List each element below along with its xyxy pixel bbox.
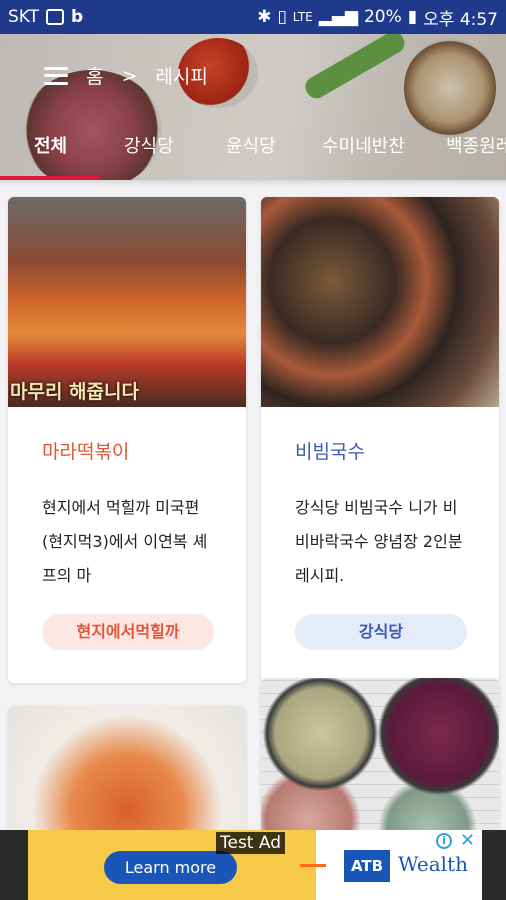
status-right: ✱ ▯ LTE ▂▄▆ 20% ▮ 오후 4:57 bbox=[257, 5, 498, 30]
tab-sumine-banchan[interactable]: 수미네반찬 bbox=[322, 132, 405, 158]
learn-more-button[interactable]: Learn more bbox=[104, 851, 237, 884]
recipe-card[interactable] bbox=[261, 678, 499, 836]
breadcrumb-home[interactable]: 홈 bbox=[86, 62, 103, 89]
recipe-description: 현지에서 먹힐까 미국편(현지먹3)에서 이연복 셰프의 마 bbox=[42, 498, 208, 585]
image-caption: 마무리 해줍니다 bbox=[10, 381, 139, 403]
recipe-image bbox=[261, 197, 499, 407]
breadcrumb: 홈 > 레시피 bbox=[44, 62, 208, 89]
signal-icon: ▂▄▆ bbox=[318, 7, 358, 27]
test-ad-label: Test Ad bbox=[216, 832, 286, 854]
tab-all[interactable]: 전체 bbox=[34, 132, 67, 158]
recipe-card[interactable]: 비빔국수 강식당 비빔국수 니가 비비바락국수 양념장 2인분 레시피. 강식당 bbox=[261, 197, 499, 683]
recipe-card[interactable] bbox=[8, 706, 246, 836]
battery-label: 20% bbox=[363, 7, 402, 27]
network-label: LTE bbox=[292, 10, 313, 24]
hero-overlay bbox=[0, 34, 506, 180]
time-label: 오후 4:57 bbox=[423, 9, 498, 30]
recipe-image bbox=[261, 678, 499, 836]
b-app-icon: b bbox=[71, 7, 84, 27]
atb-logo: ATB bbox=[344, 850, 390, 882]
breadcrumb-separator: > bbox=[121, 64, 138, 87]
recipe-title: 비빔국수 bbox=[295, 441, 365, 463]
tab-kang-sikdang[interactable]: 강식당 bbox=[124, 132, 174, 158]
carrier-label: SKT bbox=[8, 7, 40, 27]
menu-icon[interactable] bbox=[44, 66, 68, 85]
status-bar: SKT b ✱ ▯ LTE ▂▄▆ 20% ▮ 오후 4:57 bbox=[0, 0, 506, 34]
recipe-description: 강식당 비빔국수 니가 비비바락국수 양념장 2인분 레시피. bbox=[295, 498, 463, 585]
recipe-tag[interactable]: 강식당 bbox=[295, 614, 467, 650]
recipe-tag[interactable]: 현지에서먹힐까 bbox=[42, 614, 214, 650]
recipe-card[interactable]: 마무리 해줍니다 마라떡볶이 현지에서 먹힐까 미국편(현지먹3)에서 이연복 … bbox=[8, 197, 246, 683]
ad-banner[interactable]: Learn more Test Ad ATB Wealth i ✕ bbox=[0, 830, 506, 900]
ad-divider bbox=[300, 864, 326, 867]
gallery-icon bbox=[46, 9, 65, 25]
info-icon[interactable]: i bbox=[436, 833, 452, 849]
bluetooth-icon: ✱ bbox=[257, 7, 272, 27]
wealth-logo-text: Wealth bbox=[398, 852, 468, 876]
header-hero: 홈 > 레시피 전체 강식당 윤식당 수미네반찬 백종원레 bbox=[0, 34, 506, 180]
tab-yoon-sikdang[interactable]: 윤식당 bbox=[226, 132, 276, 158]
recipe-image: 마무리 해줍니다 bbox=[8, 197, 246, 407]
status-left: SKT b bbox=[8, 7, 83, 27]
battery-icon: ▮ bbox=[407, 7, 418, 27]
breadcrumb-current: 레시피 bbox=[155, 66, 208, 88]
recipe-image bbox=[8, 706, 246, 836]
vibrate-icon: ▯ bbox=[277, 7, 287, 27]
close-icon[interactable]: ✕ bbox=[460, 832, 475, 850]
recipe-title: 마라떡볶이 bbox=[42, 441, 130, 463]
header-shadow bbox=[0, 180, 506, 186]
tab-baek-jongwon[interactable]: 백종원레 bbox=[446, 132, 506, 158]
